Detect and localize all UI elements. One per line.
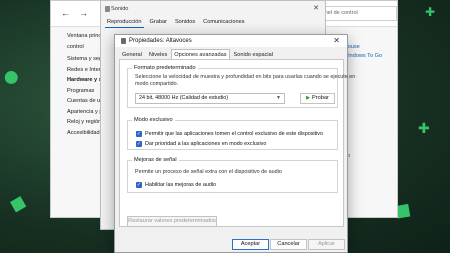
test-button-label: Probar xyxy=(312,95,329,101)
enhancements-description: Permite un proceso de señal extra con el… xyxy=(135,169,282,175)
exclusive-control-checkbox[interactable]: ✓ Permitir que las aplicaciones tomen el… xyxy=(136,130,323,138)
chevron-down-icon: ▼ xyxy=(276,95,281,101)
properties-tab[interactable]: General xyxy=(119,49,145,59)
accept-button-label: Aceptar xyxy=(240,241,261,247)
apply-button-label: Aplicar xyxy=(317,241,336,247)
restore-defaults-label: Restaurar valores predeterminados xyxy=(128,218,216,224)
properties-tab[interactable]: Sonido espacial xyxy=(231,49,277,59)
exclusive-control-label: Permitir que las aplicaciones tomen el c… xyxy=(145,131,323,137)
checkmark-icon: ✓ xyxy=(136,131,142,137)
checkmark-icon: ✓ xyxy=(136,141,142,147)
exclusive-mode-group: Modo exclusivo ✓ Permitir que las aplica… xyxy=(127,117,338,150)
close-icon[interactable]: ✕ xyxy=(313,4,319,12)
default-format-description-2: modo compartido. xyxy=(135,81,179,87)
properties-tabs: General Niveles Opciones avanzadas Sonido e… xyxy=(119,49,277,59)
properties-dialog: Propiedades: Altavoces ✕ General Niveles O… xyxy=(114,34,355,253)
play-icon: ▶ xyxy=(306,95,311,101)
close-icon[interactable]: ✕ xyxy=(333,36,340,45)
windows-to-go-link[interactable]: Windows To Go xyxy=(343,53,382,59)
sound-tab[interactable]: Reproducción xyxy=(105,19,144,28)
sound-tab[interactable]: Grabar xyxy=(148,19,169,28)
properties-tab[interactable]: Opciones avanzadas xyxy=(171,49,230,59)
sound-dialog-tabs: Reproducción Grabar Sonidos Comunicaciones xyxy=(105,19,251,28)
enable-enhancements-checkbox[interactable]: ✓ Habilitar las mejoras de audio xyxy=(136,181,216,189)
properties-titlebar: Propiedades: Altavoces ✕ xyxy=(115,35,347,47)
cancel-button-label: Cancelar xyxy=(277,241,300,247)
restore-defaults-button[interactable]: Restaurar valores predeterminados xyxy=(127,216,217,227)
enhancements-group: Mejoras de señal Permite un proceso de s… xyxy=(127,157,338,193)
default-format-description: Seleccione la velocidad de muestra y pro… xyxy=(135,74,356,80)
default-format-group: Formato predeterminado Seleccione la vel… xyxy=(127,65,355,108)
exclusive-mode-label: Modo exclusivo xyxy=(132,117,175,123)
sound-tab[interactable]: Comunicaciones xyxy=(201,19,246,28)
format-dropdown-value: 24 bit, 48000 Hz (Calidad de estudio) xyxy=(139,95,229,101)
test-button[interactable]: ▶ Probar xyxy=(300,93,335,104)
advanced-options-panel: Formato predeterminado Seleccione la vel… xyxy=(119,59,355,227)
accept-button[interactable]: Aceptar xyxy=(232,239,269,250)
format-dropdown[interactable]: 24 bit, 48000 Hz (Calidad de estudio) ▼ xyxy=(135,93,285,104)
properties-dialog-title: Propiedades: Altavoces xyxy=(129,37,192,44)
enable-enhancements-label: Habilitar las mejoras de audio xyxy=(145,182,217,188)
sound-tab[interactable]: Sonidos xyxy=(173,19,197,28)
default-format-label: Formato predeterminado xyxy=(132,65,198,71)
exclusive-priority-label: Dar prioridad a las aplicaciones en modo… xyxy=(145,141,267,147)
speaker-icon xyxy=(105,6,110,12)
properties-tab[interactable]: Niveles xyxy=(146,49,170,59)
sound-dialog-title: Sonido xyxy=(111,6,129,12)
back-arrow-icon[interactable]: ← xyxy=(61,8,70,18)
checkmark-icon: ✓ xyxy=(136,182,142,188)
gamepad-decoration-icon: ✚ xyxy=(425,5,436,19)
gamepad-decoration-icon: ✚ xyxy=(418,120,430,136)
forward-arrow-icon[interactable]: → xyxy=(79,8,88,18)
speaker-icon xyxy=(121,38,126,44)
cancel-button[interactable]: Cancelar xyxy=(270,239,307,250)
apply-button[interactable]: Aplicar xyxy=(308,239,345,250)
enhancements-label: Mejoras de señal xyxy=(132,157,179,163)
exclusive-priority-checkbox[interactable]: ✓ Dar prioridad a las aplicaciones en mo… xyxy=(136,140,266,148)
